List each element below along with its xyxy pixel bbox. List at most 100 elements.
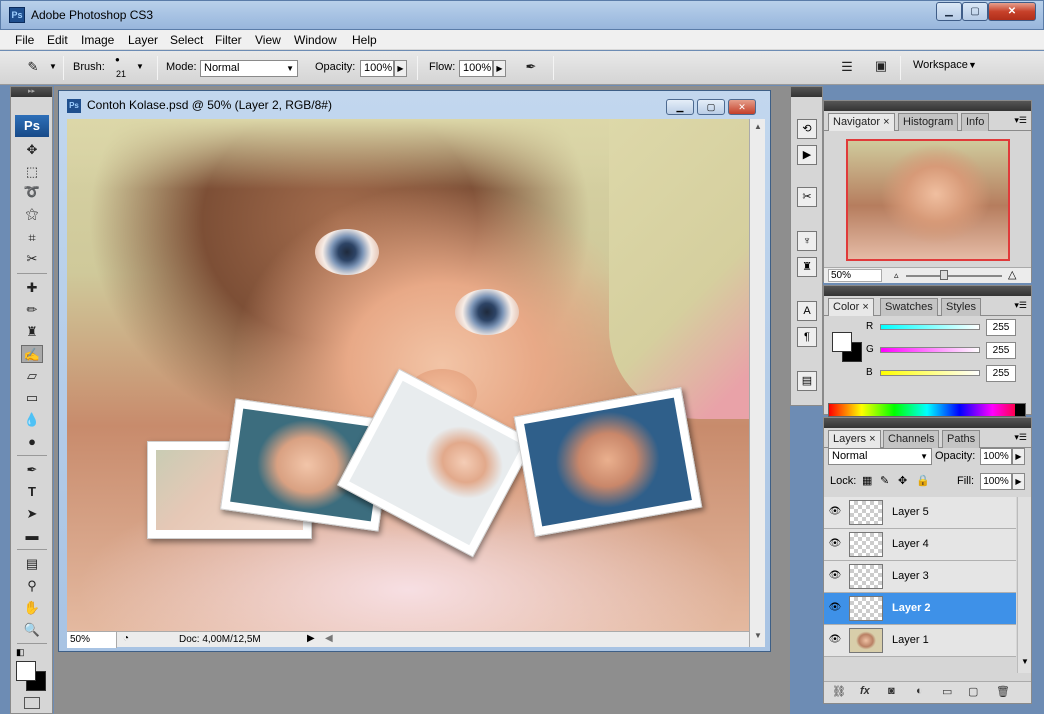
blur-tool-icon[interactable]: 💧 [21, 411, 43, 429]
visibility-eye-icon[interactable]: 👁 [828, 570, 842, 582]
dodge-tool-icon[interactable]: ● [21, 433, 43, 451]
opacity-input[interactable]: 100% [360, 60, 394, 77]
navigator-zoom-field[interactable]: 50% [828, 269, 882, 282]
history-brush-tool-icon[interactable]: ✍ [21, 345, 43, 363]
panel-menu-icon[interactable]: ▾☰ [1014, 432, 1027, 443]
panel-menu-icon[interactable]: ▾☰ [1014, 300, 1027, 311]
flow-input[interactable]: 100% [459, 60, 493, 77]
r-slider[interactable] [880, 324, 980, 330]
clone-source-icon[interactable]: ♜ [797, 257, 817, 277]
panel-grip[interactable] [824, 101, 1031, 111]
color-spectrum-ramp[interactable] [828, 403, 1026, 417]
panel-grip[interactable] [824, 418, 1031, 428]
zoom-in-icon[interactable]: △ [1008, 268, 1016, 281]
tab-layers[interactable]: Layers × [828, 430, 881, 448]
fill-input[interactable]: 100% [980, 473, 1012, 490]
menu-filter[interactable]: Filter [215, 33, 242, 47]
panel-grip[interactable] [791, 87, 822, 97]
lasso-tool-icon[interactable]: ➰ [21, 183, 43, 201]
brush-tool-icon[interactable]: ✏ [21, 301, 43, 319]
scroll-up-icon[interactable]: ▲ [754, 122, 762, 131]
image-canvas[interactable] [67, 119, 749, 631]
notes-tool-icon[interactable]: ▤ [21, 555, 43, 573]
brush-preview-icon[interactable]: ● [115, 55, 120, 64]
shape-tool-icon[interactable]: ▬ [21, 527, 43, 545]
layer-row-1[interactable]: 👁 Layer 1 [824, 625, 1016, 657]
r-value-input[interactable]: 255 [986, 319, 1016, 336]
scroll-down-icon[interactable]: ▼ [754, 631, 762, 640]
quick-mask-icon[interactable] [24, 697, 40, 709]
menu-file[interactable]: File [15, 33, 34, 47]
menu-image[interactable]: Image [81, 33, 114, 47]
marquee-tool-icon[interactable]: ⬚ [21, 163, 43, 181]
actions-icon[interactable]: ▶ [797, 145, 817, 165]
flow-arrow-icon[interactable]: ▶ [493, 60, 506, 77]
brush-picker-chevron-icon[interactable]: ▼ [136, 62, 144, 71]
eyedropper-tool-icon[interactable]: ⚲ [21, 577, 43, 595]
menu-help[interactable]: Help [352, 33, 377, 47]
delete-layer-icon[interactable]: 🗑 [996, 685, 1010, 698]
tab-styles[interactable]: Styles [941, 298, 981, 316]
menu-view[interactable]: View [255, 33, 281, 47]
foreground-swatch[interactable] [832, 332, 852, 352]
brushes-icon[interactable]: ♆ [797, 231, 817, 251]
layer-opacity-arrow-icon[interactable]: ▶ [1012, 448, 1025, 465]
tab-swatches[interactable]: Swatches [880, 298, 938, 316]
path-selection-tool-icon[interactable]: ➤ [21, 505, 43, 523]
workspace-chevron-icon[interactable]: ▼ [968, 60, 977, 70]
b-slider[interactable] [880, 370, 980, 376]
visibility-eye-icon[interactable]: 👁 [828, 506, 842, 518]
lock-transparent-icon[interactable]: ▦ [862, 474, 872, 487]
character-icon[interactable]: A [797, 301, 817, 321]
gradient-tool-icon[interactable]: ▭ [21, 389, 43, 407]
tool-presets-icon[interactable]: ✂ [797, 187, 817, 207]
layer-row-2[interactable]: 👁 Layer 2 [824, 593, 1016, 625]
maximize-button[interactable]: ▢ [962, 2, 988, 21]
lock-image-icon[interactable]: ✎ [880, 474, 889, 487]
lock-all-icon[interactable]: 🔒 [916, 474, 930, 487]
foreground-color-swatch[interactable] [16, 661, 36, 681]
tab-navigator[interactable]: Navigator × [828, 113, 895, 131]
chevron-down-icon[interactable]: ▼ [49, 62, 57, 71]
zoom-out-icon[interactable]: ▵ [894, 270, 899, 281]
doc-size-info[interactable]: Doc: 4,00M/12,5M [179, 634, 261, 645]
paragraph-icon[interactable]: ¶ [797, 327, 817, 347]
clone-stamp-tool-icon[interactable]: ♜ [21, 323, 43, 341]
new-group-icon[interactable]: ▭ [942, 685, 952, 698]
visibility-eye-icon[interactable]: 👁 [828, 538, 842, 550]
magic-wand-tool-icon[interactable]: ⚝ [21, 205, 43, 223]
scroll-left-icon[interactable]: ◀ [325, 633, 333, 644]
crop-tool-icon[interactable]: ⌗ [21, 229, 43, 247]
palette-well-icon[interactable]: ☰ [836, 58, 858, 76]
panel-grip[interactable] [824, 286, 1031, 296]
tab-channels[interactable]: Channels [883, 430, 940, 448]
lock-position-icon[interactable]: ✥ [898, 474, 907, 487]
zoom-slider-knob[interactable] [940, 270, 948, 280]
move-tool-icon[interactable]: ✥ [21, 141, 43, 159]
panel-grip[interactable]: ▸▸ [11, 87, 52, 97]
slice-tool-icon[interactable]: ✂ [21, 250, 43, 268]
new-layer-icon[interactable]: ▢ [968, 685, 978, 698]
layers-scrollbar[interactable]: ▼ [1017, 497, 1031, 673]
vertical-scrollbar[interactable]: ▲ ▼ [749, 119, 765, 647]
tab-info[interactable]: Info [961, 113, 990, 131]
hand-tool-icon[interactable]: ✋ [21, 599, 43, 617]
eraser-tool-icon[interactable]: ▱ [21, 367, 43, 385]
status-menu-arrow-icon[interactable]: ▶ [307, 633, 315, 644]
tool-preset-icon[interactable]: ✎ [22, 58, 44, 76]
menu-edit[interactable]: Edit [47, 33, 68, 47]
blend-mode-select[interactable]: Normal ▼ [828, 448, 932, 465]
type-tool-icon[interactable]: T [21, 483, 43, 501]
doc-maximize-button[interactable]: ▢ [697, 99, 725, 115]
scroll-down-icon[interactable]: ▼ [1021, 657, 1029, 666]
layer-row-5[interactable]: 👁 Layer 5 [824, 497, 1016, 529]
navigator-thumbnail[interactable] [846, 139, 1010, 261]
collage-photo-4[interactable] [513, 387, 703, 537]
tab-paths[interactable]: Paths [942, 430, 981, 448]
doc-close-button[interactable]: ✕ [728, 99, 756, 115]
visibility-eye-icon[interactable]: 👁 [828, 634, 842, 646]
history-icon[interactable]: ⟲ [797, 119, 817, 139]
layer-comps-icon[interactable]: ▤ [797, 371, 817, 391]
layer-row-4[interactable]: 👁 Layer 4 [824, 529, 1016, 561]
layer-mask-icon[interactable]: ◙ [888, 685, 895, 697]
